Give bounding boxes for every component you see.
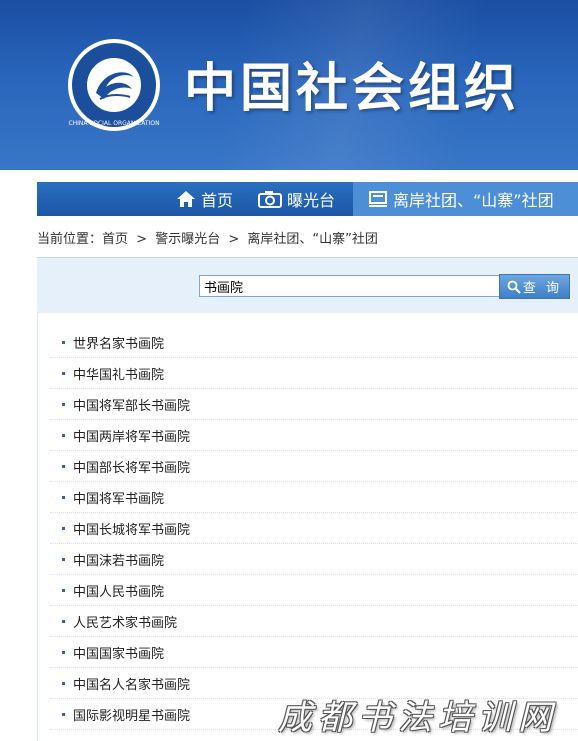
result-link[interactable]: 中华国礼书画院 [73,364,164,383]
list-item: 中国将军部长书画院 [50,389,578,420]
china-social-organization-logo[interactable]: CHINA SOCIAL ORGANIZATION [66,37,162,133]
search-panel: 查 询 [37,257,578,313]
list-item: 中国国家书画院 [50,637,578,668]
nav-item-exposure[interactable]: 曝光台 [257,182,335,216]
bullet-icon [62,402,65,406]
breadcrumb: 当前位置：首页 > 警示曝光台 > 离岸社团、“山寨”社团 [37,228,382,247]
content-left-border [37,312,38,741]
breadcrumb-separator: > [136,232,148,247]
bullet-icon [62,681,65,685]
result-link[interactable]: 中国沫若书画院 [73,550,164,569]
breadcrumb-prefix: 当前位置： [37,232,103,247]
bullet-icon [62,650,65,654]
site-header: CHINA SOCIAL ORGANIZATION 中国社会组织 [0,0,578,178]
result-link[interactable]: 人民艺术家书画院 [73,612,177,631]
result-link[interactable]: 中国将军部长书画院 [73,395,190,414]
result-link[interactable]: 中国人民书画院 [73,581,164,600]
result-link[interactable]: 国际影视明星书画院 [73,705,190,724]
list-item: 中国人民书画院 [50,575,578,606]
result-link[interactable]: 中国将军书画院 [73,488,164,507]
list-item: 中国将军书画院 [50,482,578,513]
result-link[interactable]: 世界名家书画院 [73,333,164,352]
result-link[interactable]: 中国国家书画院 [73,643,164,662]
bullet-icon [62,619,65,623]
breadcrumb-exposure[interactable]: 警示曝光台 [155,232,220,247]
logo-ring-text: CHINA SOCIAL ORGANIZATION [68,120,159,127]
header-divider [0,170,578,178]
list-item: 世界名家书画院 [50,327,578,358]
bullet-icon [62,371,65,375]
bullet-icon [62,588,65,592]
result-link[interactable]: 中国长城将军书画院 [73,519,190,538]
home-icon [177,191,195,207]
bullet-icon [62,464,65,468]
breadcrumb-home[interactable]: 首页 [102,232,128,247]
list-item: 人民艺术家书画院 [50,606,578,637]
breadcrumb-separator: > [228,232,240,247]
result-link[interactable]: 中国名人名家书画院 [73,674,190,693]
list-item: 中国两岸将军书画院 [50,420,578,451]
bullet-icon [62,712,65,716]
result-link[interactable]: 中国两岸将军书画院 [73,426,190,445]
list-item: 中国部长将军书画院 [50,451,578,482]
bullet-icon [62,495,65,499]
results-list: 世界名家书画院 中华国礼书画院中国将军部长书画院 中国两岸将军书画院 中国部长将军书画… [50,327,578,730]
nav-item-exposure-label: 曝光台 [287,191,336,210]
search-icon [507,280,521,294]
bullet-icon [62,557,65,561]
bullet-icon [62,340,65,344]
nav-item-home-label: 首页 [201,191,234,210]
list-item: 中国沫若书画院 [50,544,578,575]
search-button-label: 查 询 [522,281,563,296]
list-item: 中华国礼书画院 [50,358,578,389]
list-item: 中国长城将军书画院 [50,513,578,544]
monitor-icon [369,191,387,207]
result-link[interactable]: 中国部长将军书画院 [73,457,190,476]
nav-item-offshore-label: 离岸社团、“山寨”社团 [393,191,554,210]
nav-item-offshore[interactable]: 离岸社团、“山寨”社团 [367,182,554,216]
bullet-icon [62,526,65,530]
breadcrumb-current[interactable]: 离岸社团、“山寨”社团 [247,232,377,247]
search-input[interactable] [199,275,503,297]
watermark: 成都书法培训网 [278,698,558,738]
nav-item-home[interactable]: 首页 [175,182,233,216]
main-navbar: 首页 曝光台 离岸社团、“山寨”社团 [37,182,578,216]
bullet-icon [62,433,65,437]
site-title: 中国社会组织 [184,59,521,119]
search-button[interactable]: 查 询 [499,274,570,299]
camera-icon [258,191,282,208]
